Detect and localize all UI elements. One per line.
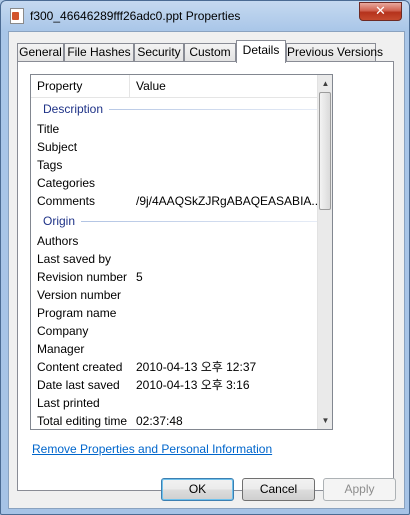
close-button[interactable]: ✕ bbox=[359, 2, 402, 21]
property-value[interactable]: 5 bbox=[136, 268, 143, 286]
list-item[interactable]: Categories bbox=[31, 174, 318, 192]
cancel-button[interactable]: Cancel bbox=[242, 478, 315, 501]
property-name: Tags bbox=[37, 158, 63, 172]
details-list[interactable]: Property Value Description Title Subject Ta… bbox=[30, 74, 333, 430]
property-name: Subject bbox=[37, 140, 78, 154]
property-name: Content created bbox=[37, 360, 123, 374]
property-name: Total editing time bbox=[37, 414, 128, 428]
property-value[interactable]: /9j/4AAQSkZJRgABAQEASABIA... bbox=[136, 192, 321, 210]
remove-properties-link[interactable]: Remove Properties and Personal Informati… bbox=[32, 442, 272, 456]
column-header-value[interactable]: Value bbox=[130, 75, 318, 97]
group-header-label: Description bbox=[43, 98, 110, 120]
property-name: Version number bbox=[37, 288, 122, 302]
list-item[interactable]: Version number bbox=[31, 286, 318, 304]
list-item[interactable]: Last saved by bbox=[31, 250, 318, 268]
ok-button[interactable]: OK bbox=[161, 478, 234, 501]
group-header-label: Origin bbox=[43, 210, 82, 232]
tab-previous-versions[interactable]: Previous Versions bbox=[286, 43, 383, 61]
property-name: Last printed bbox=[37, 396, 100, 410]
vertical-scrollbar[interactable]: ▲ ▼ bbox=[317, 75, 332, 429]
property-name: Revision number bbox=[37, 270, 128, 284]
apply-button[interactable]: Apply bbox=[323, 478, 396, 501]
properties-window: f300_46646289fff26adc0.ppt Properties ✕ … bbox=[0, 0, 410, 515]
list-body: Description Title Subject Tags Categories Com… bbox=[31, 98, 321, 429]
tab-custom[interactable]: Custom bbox=[184, 43, 236, 61]
list-item[interactable]: Total editing time 02:37:48 bbox=[31, 412, 318, 429]
list-item[interactable]: Title bbox=[31, 120, 318, 138]
list-header: Property Value bbox=[31, 75, 318, 98]
list-item[interactable]: Revision number 5 bbox=[31, 268, 318, 286]
list-item[interactable]: Tags bbox=[31, 156, 318, 174]
tab-details[interactable]: Details bbox=[236, 40, 286, 63]
list-item[interactable]: Authors bbox=[31, 232, 318, 250]
property-name: Authors bbox=[37, 234, 79, 248]
chevron-up-icon[interactable]: ▲ bbox=[318, 75, 332, 92]
list-item[interactable]: Manager bbox=[31, 340, 318, 358]
column-header-property[interactable]: Property bbox=[31, 75, 130, 97]
property-name: Program name bbox=[37, 306, 117, 320]
title-bar[interactable]: f300_46646289fff26adc0.ppt Properties ✕ bbox=[1, 1, 409, 31]
powerpoint-file-icon bbox=[10, 8, 24, 24]
property-value[interactable]: 2010-04-13 오후 12:37 bbox=[136, 358, 256, 376]
property-name: Categories bbox=[37, 176, 96, 190]
details-panel: Property Value Description Title Subject Ta… bbox=[17, 61, 394, 491]
close-icon: ✕ bbox=[375, 4, 386, 19]
property-name: Company bbox=[37, 324, 89, 338]
tab-file-hashes[interactable]: File Hashes bbox=[64, 43, 134, 61]
group-header[interactable]: Origin bbox=[31, 210, 318, 232]
dialog-client: General File Hashes Security Custom Deta… bbox=[8, 31, 405, 509]
tab-security[interactable]: Security bbox=[134, 43, 184, 61]
list-item[interactable]: Date last saved 2010-04-13 오후 3:16 bbox=[31, 376, 318, 394]
property-value[interactable]: 2010-04-13 오후 3:16 bbox=[136, 376, 250, 394]
scrollbar-thumb[interactable] bbox=[319, 92, 331, 210]
group-header[interactable]: Description bbox=[31, 98, 318, 120]
tab-general[interactable]: General bbox=[17, 43, 64, 61]
list-item[interactable]: Company bbox=[31, 322, 318, 340]
property-value[interactable]: 02:37:48 bbox=[136, 412, 183, 429]
property-name: Date last saved bbox=[37, 378, 120, 392]
property-name: Last saved by bbox=[37, 252, 112, 266]
window-title: f300_46646289fff26adc0.ppt Properties bbox=[30, 9, 241, 23]
property-name: Manager bbox=[37, 342, 85, 356]
list-item[interactable]: Comments/9j/4AAQSkZJRgABAQEASABIA... bbox=[31, 192, 321, 210]
list-item[interactable]: Last printed bbox=[31, 394, 318, 412]
list-item[interactable]: Subject bbox=[31, 138, 318, 156]
chevron-down-icon[interactable]: ▼ bbox=[318, 412, 332, 429]
property-name: Title bbox=[37, 122, 60, 136]
list-item[interactable]: Program name bbox=[31, 304, 318, 322]
property-name: Comments bbox=[37, 194, 96, 208]
list-item[interactable]: Content created 2010-04-13 오후 12:37 bbox=[31, 358, 318, 376]
